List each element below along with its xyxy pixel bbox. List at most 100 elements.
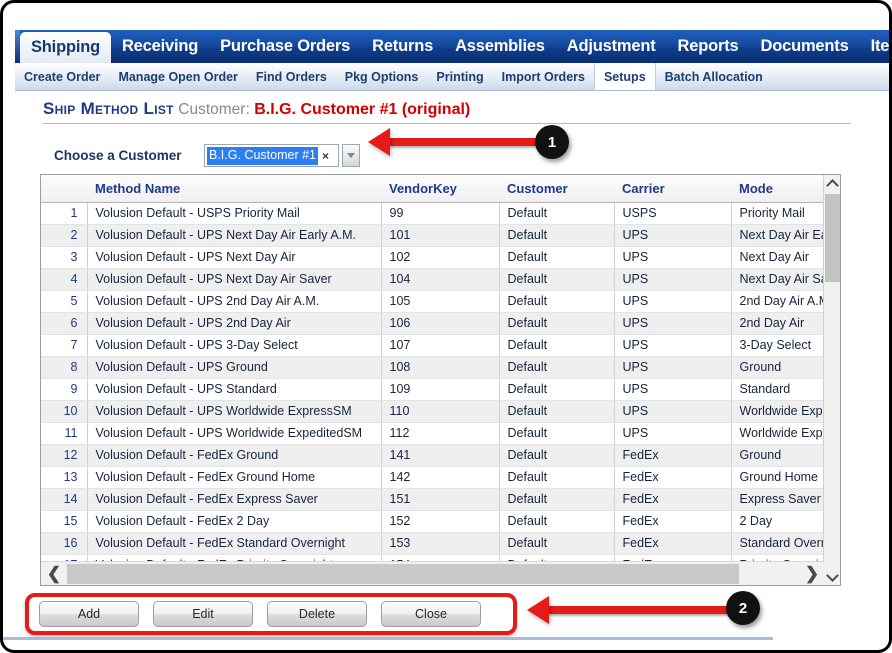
cell-vendorkey: 108 — [381, 356, 500, 379]
customer-selected-token: B.I.G. Customer #1 — [207, 146, 318, 165]
table-row[interactable]: 1 Volusion Default - USPS Priority Mail 99… — [41, 202, 826, 225]
annotation-arrow-line-2 — [548, 606, 743, 614]
subnav-printing[interactable]: Printing — [427, 63, 492, 90]
nav-tab-shipping[interactable]: Shipping — [20, 32, 111, 63]
table-row[interactable]: 5 Volusion Default - UPS 2nd Day Air A.M.… — [41, 290, 826, 313]
bottom-divider — [3, 637, 773, 640]
cell-carrier: UPS — [614, 312, 732, 335]
table-row[interactable]: 2 Volusion Default - UPS Next Day Air Ear… — [41, 224, 826, 247]
nav-tab-receiving[interactable]: Receiving — [111, 30, 209, 63]
subnav-pkg-options[interactable]: Pkg Options — [336, 63, 428, 90]
cell-customer: Default — [499, 400, 615, 423]
customer-select[interactable]: B.I.G. Customer #1 × — [204, 144, 360, 167]
cell-vendorkey: 151 — [381, 488, 500, 511]
table-row[interactable]: 4 Volusion Default - UPS Next Day Air Sav… — [41, 268, 826, 291]
customer-select-box[interactable]: B.I.G. Customer #1 × — [204, 144, 339, 167]
nav-tab-adjustment[interactable]: Adjustment — [556, 30, 667, 63]
table-row[interactable]: 10 Volusion Default - UPS Worldwide Expre… — [41, 400, 826, 423]
cell-vendorkey: 153 — [381, 532, 500, 555]
col-header-carrier[interactable]: Carrier — [614, 175, 731, 203]
scroll-left-icon[interactable]: ❮ — [41, 562, 67, 585]
scroll-down-icon[interactable] — [824, 568, 840, 585]
cell-rownum: 13 — [41, 466, 88, 489]
col-header-vendorkey[interactable]: VendorKey — [381, 175, 499, 203]
table-row[interactable]: 13 Volusion Default - FedEx Ground Home 14… — [41, 466, 826, 489]
subnav-create-order[interactable]: Create Order — [15, 63, 109, 90]
nav-tab-documents[interactable]: Documents — [750, 30, 860, 63]
cell-customer: Default — [499, 488, 615, 511]
annotation-badge-2: 2 — [726, 591, 760, 625]
annotation-arrow-line-1 — [389, 138, 544, 146]
add-button[interactable]: Add — [39, 601, 139, 627]
cell-rownum: 6 — [41, 312, 88, 335]
table-row[interactable]: 15 Volusion Default - FedEx 2 Day 152 Defau… — [41, 510, 826, 533]
cell-rownum: 12 — [41, 444, 88, 467]
cell-vendorkey: 106 — [381, 312, 500, 335]
edit-button[interactable]: Edit — [153, 601, 253, 627]
horizontal-scroll-thumb[interactable] — [67, 564, 739, 584]
cell-vendorkey: 152 — [381, 510, 500, 533]
cell-mode: 2nd Day Air — [731, 312, 826, 335]
page-title-text: Ship Method List — [43, 99, 174, 118]
cell-carrier: USPS — [614, 202, 732, 225]
delete-button[interactable]: Delete — [267, 601, 367, 627]
table-row[interactable]: 12 Volusion Default - FedEx Ground 141 Defa… — [41, 444, 826, 467]
nav-tab-items[interactable]: Items — [860, 30, 889, 63]
cell-customer: Default — [499, 444, 615, 467]
col-header-customer[interactable]: Customer — [499, 175, 614, 203]
cell-rownum: 2 — [41, 224, 88, 247]
table-row[interactable]: 8 Volusion Default - UPS Ground 108 Default… — [41, 356, 826, 379]
subnav-import-orders[interactable]: Import Orders — [493, 63, 594, 90]
cell-mode: Priority Mail — [731, 202, 826, 225]
cell-customer: Default — [499, 290, 615, 313]
cell-customer: Default — [499, 268, 615, 291]
vertical-scrollbar[interactable] — [823, 175, 840, 585]
subnav-batch-allocation[interactable]: Batch Allocation — [656, 63, 772, 90]
table-row[interactable]: 9 Volusion Default - UPS Standard 109 Defau… — [41, 378, 826, 401]
cell-customer: Default — [499, 312, 615, 335]
table-row[interactable]: 11 Volusion Default - UPS Worldwide Exped… — [41, 422, 826, 445]
nav-tab-purchase-orders[interactable]: Purchase Orders — [209, 30, 361, 63]
col-header-mode[interactable]: Mode — [731, 175, 825, 203]
col-header-rownum[interactable] — [41, 175, 87, 203]
table-row[interactable]: 7 Volusion Default - UPS 3-Day Select 107 D… — [41, 334, 826, 357]
cell-vendorkey: 105 — [381, 290, 500, 313]
cell-mode: Standard Overnight — [731, 532, 826, 555]
cell-vendorkey: 109 — [381, 378, 500, 401]
scroll-right-icon[interactable]: ❯ — [799, 562, 825, 585]
cell-rownum: 10 — [41, 400, 88, 423]
cell-vendorkey: 104 — [381, 268, 500, 291]
cell-carrier: UPS — [614, 356, 732, 379]
chevron-down-icon[interactable] — [342, 144, 360, 167]
cell-mode: Ground Home — [731, 466, 826, 489]
cell-vendorkey: 110 — [381, 400, 500, 423]
col-header-method[interactable]: Method Name — [87, 175, 381, 203]
clear-selection-icon[interactable]: × — [322, 149, 329, 163]
cell-carrier: UPS — [614, 422, 732, 445]
nav-tab-reports[interactable]: Reports — [667, 30, 750, 63]
cell-carrier: UPS — [614, 400, 732, 423]
sub-navigation: Create Order Manage Open Order Find Orde… — [15, 63, 889, 91]
cell-mode: 2nd Day Air A.M. — [731, 290, 826, 313]
close-button[interactable]: Close — [381, 601, 481, 627]
nav-tab-assemblies[interactable]: Assemblies — [444, 30, 556, 63]
horizontal-scroll-track[interactable] — [67, 562, 799, 585]
cell-method-name: Volusion Default - UPS Next Day Air Earl… — [87, 224, 382, 247]
table-row[interactable]: 3 Volusion Default - UPS Next Day Air 102 D… — [41, 246, 826, 269]
cell-mode: Worldwide ExpressSM — [731, 400, 826, 423]
table-row[interactable]: 6 Volusion Default - UPS 2nd Day Air 106 De… — [41, 312, 826, 335]
title-divider — [43, 123, 851, 124]
cell-carrier: FedEx — [614, 444, 732, 467]
subnav-setups[interactable]: Setups — [593, 63, 656, 90]
horizontal-scrollbar[interactable]: ❮ ❯ — [41, 561, 825, 585]
vertical-scroll-thumb[interactable] — [825, 194, 840, 282]
subnav-find-orders[interactable]: Find Orders — [247, 63, 336, 90]
subnav-manage-open-order[interactable]: Manage Open Order — [109, 63, 246, 90]
cell-vendorkey: 101 — [381, 224, 500, 247]
scroll-up-icon[interactable] — [824, 175, 840, 192]
table-row[interactable]: 14 Volusion Default - FedEx Express Saver… — [41, 488, 826, 511]
cell-method-name: Volusion Default - UPS Ground — [87, 356, 382, 379]
cell-mode: Next Day Air Early A.M. — [731, 224, 826, 247]
table-row[interactable]: 16 Volusion Default - FedEx Standard Over… — [41, 532, 826, 555]
nav-tab-returns[interactable]: Returns — [361, 30, 444, 63]
